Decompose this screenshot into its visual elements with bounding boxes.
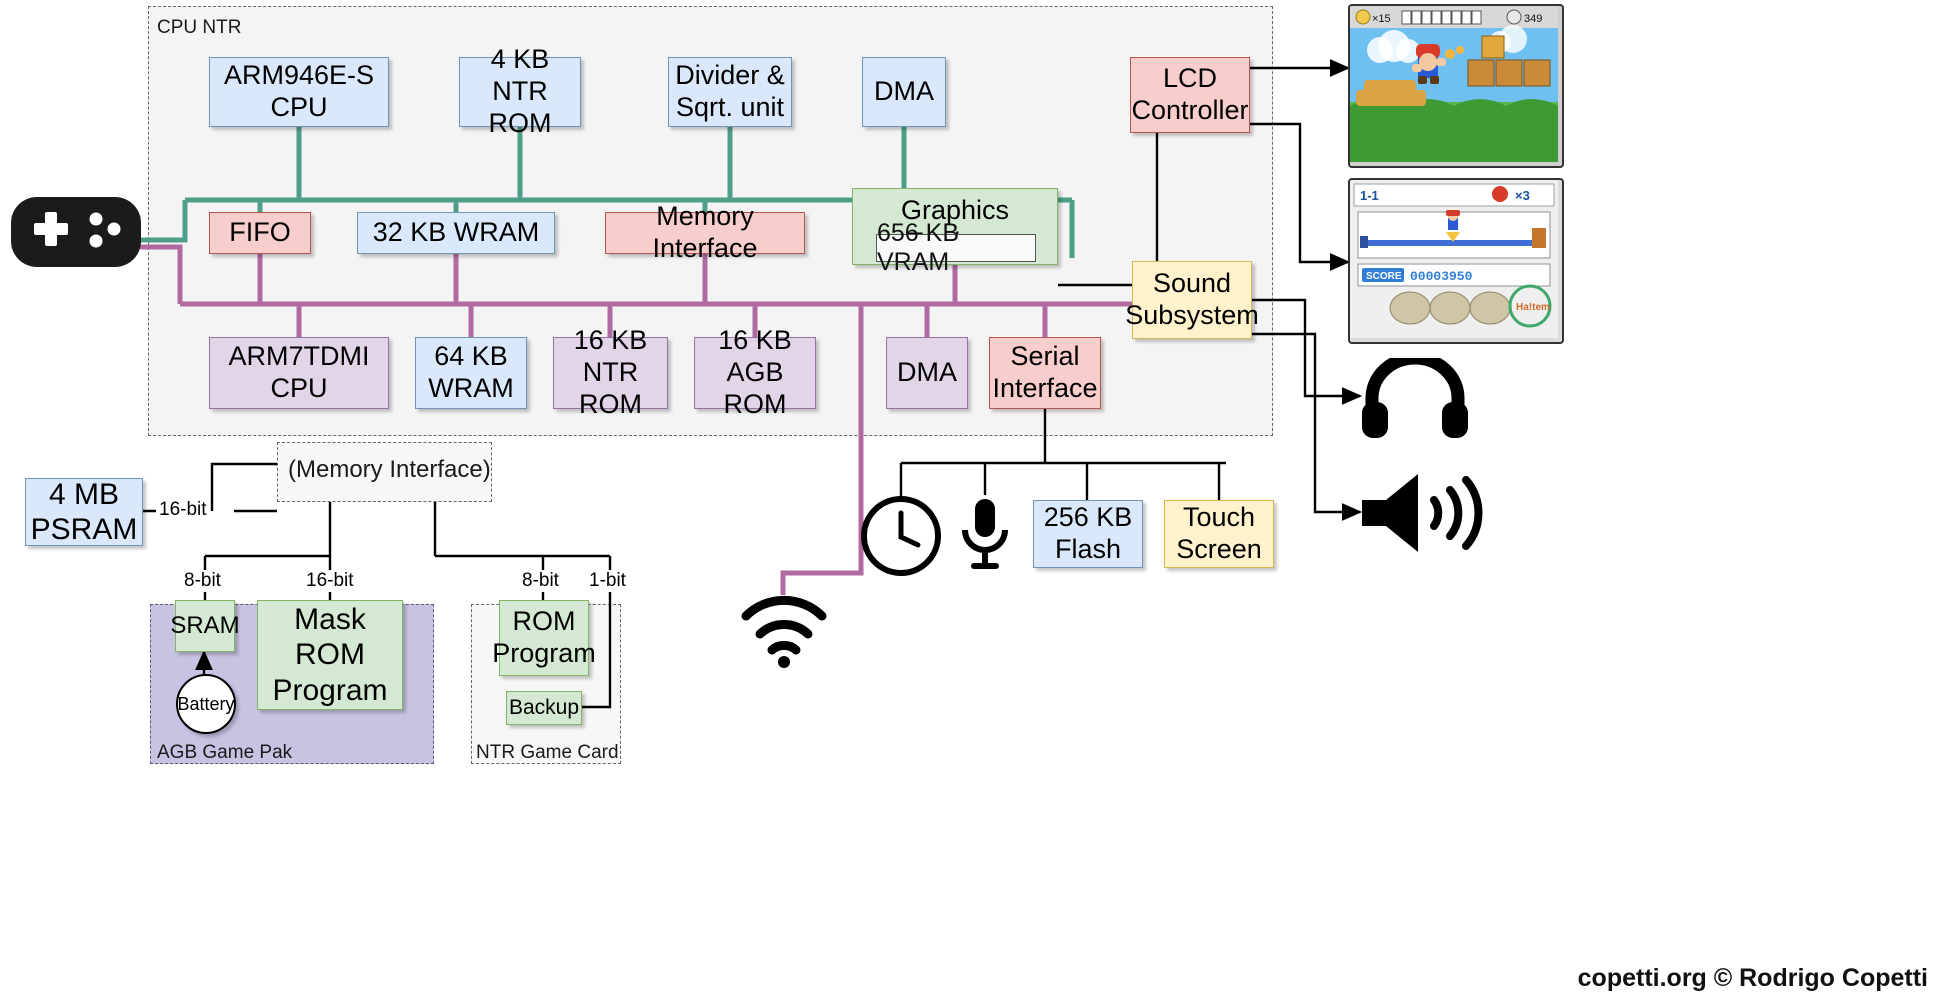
block-serial-interface[interactable]: Serial Interface <box>989 337 1101 409</box>
block-4kb-ntr-rom[interactable]: 4 KB NTR ROM <box>459 44 581 138</box>
block-arm7tdmi-line1: ARM7TDMI <box>228 341 370 372</box>
block-fifo-label: FIFO <box>229 217 291 248</box>
block-sram[interactable]: SRAM <box>170 600 240 652</box>
block-lcd-controller-line2: Controller <box>1131 95 1249 125</box>
block-touch-screen-line1: Touch <box>1182 502 1256 533</box>
bus-label-sram-8bit: 8-bit <box>181 570 224 592</box>
block-sound-subsystem-line2: Subsystem <box>1125 300 1259 330</box>
block-64kb-wram-line2: WRAM <box>428 373 514 403</box>
block-16kb-ntr-rom[interactable]: 16 KB NTR ROM <box>553 325 668 419</box>
top-screen-preview: ×15 349 <box>1348 4 1564 168</box>
svg-text:Ha!tem: Ha!tem <box>1516 302 1550 313</box>
architecture-diagram: CPU NTR (Memory Interface) AGB Game Pak … <box>0 0 1946 1001</box>
svg-text:SCORE: SCORE <box>1366 271 1402 282</box>
block-serial-interface-line2: Interface <box>992 373 1098 403</box>
block-32kb-wram-label: 32 KB WRAM <box>372 217 540 248</box>
block-rom-program-line1: ROM <box>512 606 576 637</box>
block-dma-bottom[interactable]: DMA <box>886 337 968 409</box>
block-mask-rom-line2: Program <box>272 673 388 707</box>
block-4mb-psram[interactable]: 4 MB PSRAM <box>25 478 143 546</box>
block-lcd-controller[interactable]: LCD Controller <box>1130 57 1250 133</box>
credit-text: copetti.org © Rodrigo Copetti <box>1577 964 1928 992</box>
block-divider-line1: Divider & <box>675 60 785 91</box>
zone-cpu-ntr-label: CPU NTR <box>157 17 242 38</box>
block-16kb-agb-rom-line1: 16 KB <box>718 325 792 356</box>
block-battery[interactable]: Battery <box>176 674 236 734</box>
bus-label-maskrom-16bit: 16-bit <box>303 570 357 592</box>
block-arm7tdmi-line2: CPU <box>270 373 328 403</box>
block-4kb-ntr-rom-line1: 4 KB <box>490 44 550 75</box>
block-mask-rom-line1: Mask ROM <box>294 602 366 672</box>
speaker-icon <box>1358 470 1498 561</box>
gamepad-icon <box>10 196 142 273</box>
block-16kb-ntr-rom-line2: NTR ROM <box>579 357 642 419</box>
block-sound-subsystem[interactable]: Sound Subsystem <box>1125 261 1259 339</box>
block-64kb-wram[interactable]: 64 KB WRAM <box>415 337 527 409</box>
block-sound-subsystem-line1: Sound <box>1152 268 1232 299</box>
block-16kb-ntr-rom-line1: 16 KB <box>573 325 648 356</box>
block-rom-program-line2: Program <box>492 638 596 668</box>
block-memory-interface-label: Memory Interface <box>652 201 758 263</box>
block-256kb-flash-line1: 256 KB <box>1043 502 1133 533</box>
block-sram-label: SRAM <box>170 611 240 639</box>
block-16kb-agb-rom[interactable]: 16 KB AGB ROM <box>694 325 816 419</box>
block-backup-label: Backup <box>508 695 580 719</box>
clock-icon <box>860 495 942 582</box>
microphone-icon <box>956 495 1014 580</box>
block-dma-top-label: DMA <box>874 76 934 107</box>
block-64kb-wram-line1: 64 KB <box>434 341 508 372</box>
svg-text:00003950: 00003950 <box>1410 269 1473 284</box>
svg-text:×15: ×15 <box>1372 13 1391 25</box>
block-4mb-psram-line1: 4 MB <box>48 477 120 511</box>
bottom-screen-preview: 1-1 ×3 SCORE 00003950 Ha!tem <box>1348 178 1564 344</box>
block-mask-rom-program[interactable]: Mask ROM Program <box>257 600 403 710</box>
block-touch-screen-line2: Screen <box>1176 534 1262 564</box>
zone-ntr-game-card-label: NTR Game Card <box>476 742 619 763</box>
block-fifo[interactable]: FIFO <box>209 212 311 254</box>
block-vram-label: 656 KB VRAM <box>877 219 960 276</box>
block-memory-interface[interactable]: Memory Interface <box>605 201 805 263</box>
block-256kb-flash[interactable]: 256 KB Flash <box>1033 500 1143 568</box>
svg-text:1-1: 1-1 <box>1360 188 1379 203</box>
block-arm946es-cpu-line2: CPU <box>270 92 328 122</box>
block-dma-top[interactable]: DMA <box>862 57 946 127</box>
block-divider-sqrt-unit[interactable]: Divider & Sqrt. unit <box>668 57 792 127</box>
block-touch-screen[interactable]: Touch Screen <box>1164 500 1274 568</box>
zone-memory-interface-label: (Memory Interface) <box>288 456 491 483</box>
block-32kb-wram[interactable]: 32 KB WRAM <box>357 212 555 254</box>
block-256kb-flash-line2: Flash <box>1054 534 1121 564</box>
zone-agb-game-pak-label: AGB Game Pak <box>157 742 293 763</box>
block-arm7tdmi-cpu[interactable]: ARM7TDMI CPU <box>209 337 389 409</box>
block-rom-program[interactable]: ROM Program <box>492 600 596 676</box>
headphones-icon <box>1360 351 1470 443</box>
bus-label-backup-1bit: 1-bit <box>586 570 629 592</box>
svg-text:349: 349 <box>1524 13 1542 25</box>
block-16kb-agb-rom-line2: AGB ROM <box>723 357 787 419</box>
block-arm946es-cpu[interactable]: ARM946E-S CPU <box>209 57 389 127</box>
wifi-icon <box>738 594 830 673</box>
block-dma-bottom-label: DMA <box>897 357 957 388</box>
bus-label-psram-16bit: 16-bit <box>156 499 210 521</box>
block-4mb-psram-line2: PSRAM <box>30 513 138 546</box>
block-arm946es-cpu-line1: ARM946E-S <box>223 60 375 91</box>
block-battery-label: Battery <box>177 693 235 714</box>
block-lcd-controller-line1: LCD <box>1162 63 1217 94</box>
block-backup[interactable]: Backup <box>506 691 582 725</box>
block-vram: 656 KB VRAM <box>876 219 1036 276</box>
block-serial-interface-line1: Serial <box>1010 341 1080 372</box>
bus-label-romprog-8bit: 8-bit <box>519 570 562 592</box>
block-4kb-ntr-rom-line2: NTR ROM <box>488 76 552 138</box>
block-divider-line2: Sqrt. unit <box>675 92 785 122</box>
svg-text:×3: ×3 <box>1515 188 1530 203</box>
